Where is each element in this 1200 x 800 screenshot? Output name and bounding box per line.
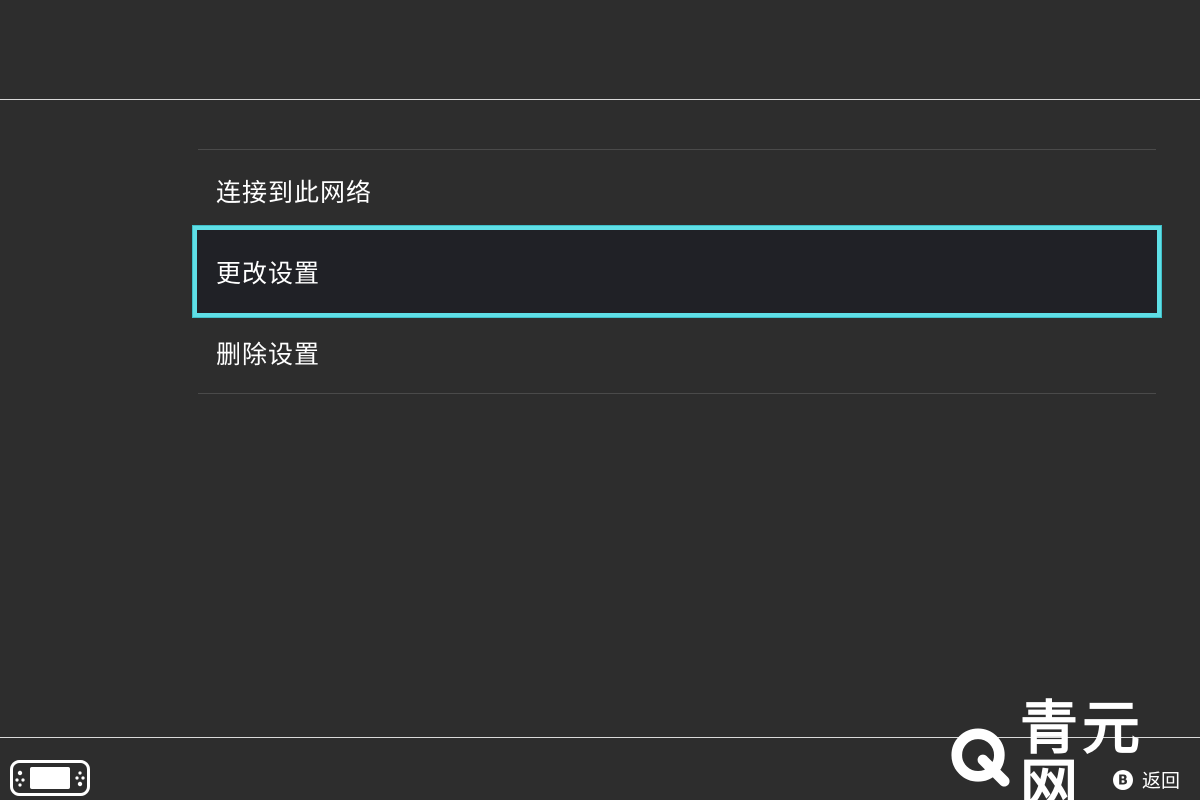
q-logo-icon <box>951 728 1010 787</box>
change-settings-option[interactable]: 更改设置 <box>193 226 1161 317</box>
header-divider <box>0 99 1200 100</box>
connect-to-network-option[interactable]: 连接到此网络 <box>198 150 1156 231</box>
menu-item-label: 连接到此网络 <box>216 177 373 207</box>
b-button-icon: B <box>1113 769 1133 790</box>
handheld-console-icon <box>10 760 90 796</box>
delete-settings-option[interactable]: 删除设置 <box>198 312 1156 393</box>
back-button[interactable]: B 返回 <box>1112 766 1180 793</box>
network-options-menu: 连接到此网络 更改设置 删除设置 <box>193 149 1161 394</box>
menu-item-label: 删除设置 <box>216 339 321 369</box>
svg-text:B: B <box>1118 773 1128 788</box>
back-label: 返回 <box>1142 770 1181 792</box>
menu-item-label: 更改设置 <box>216 258 321 288</box>
network-settings-screen: 连接到此网络 更改设置 删除设置 青元网 B 返回 <box>0 0 1200 800</box>
menu-bottom-divider <box>198 393 1156 394</box>
